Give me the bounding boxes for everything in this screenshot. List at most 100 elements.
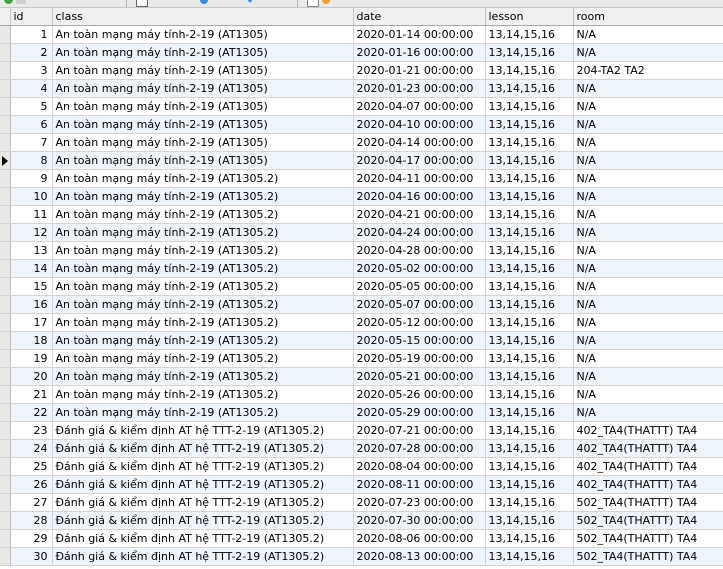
- row-selector[interactable]: [0, 97, 11, 116]
- sort-icon[interactable]: [245, 0, 255, 3]
- cell-lesson[interactable]: 13,14,15,16: [485, 313, 574, 332]
- cell-room[interactable]: N/A: [573, 403, 723, 422]
- cell-date[interactable]: 2020-05-19 00:00:00: [353, 349, 486, 368]
- row-selector[interactable]: [0, 259, 11, 278]
- cell-lesson[interactable]: 13,14,15,16: [485, 187, 574, 206]
- cell-class[interactable]: An toàn mạng máy tính-2-19 (AT1305.2): [52, 169, 354, 188]
- cell-class[interactable]: An toàn mạng máy tính-2-19 (AT1305): [52, 133, 354, 152]
- cell-class[interactable]: An toàn mạng máy tính-2-19 (AT1305): [52, 61, 354, 80]
- cell-room[interactable]: N/A: [573, 133, 723, 152]
- column-header-id[interactable]: id: [10, 8, 53, 26]
- cell-id[interactable]: 12: [10, 223, 53, 242]
- cell-lesson[interactable]: 13,14,15,16: [485, 151, 574, 170]
- cell-class[interactable]: Đánh giá & kiểm định AT hệ TTT-2-19 (AT1…: [52, 421, 354, 440]
- cell-id[interactable]: 25: [10, 457, 53, 476]
- cell-id[interactable]: 18: [10, 331, 53, 350]
- table-row[interactable]: 24 Đánh giá & kiểm định AT hệ TTT-2-19 (A…: [0, 439, 723, 458]
- table-row[interactable]: 23 Đánh giá & kiểm định AT hệ TTT-2-19 (A…: [0, 421, 723, 440]
- cell-class[interactable]: An toàn mạng máy tính-2-19 (AT1305.2): [52, 403, 354, 422]
- cell-room[interactable]: N/A: [573, 79, 723, 98]
- cell-class[interactable]: Đánh giá & kiểm định AT hệ TTT-2-19 (AT1…: [52, 511, 354, 530]
- cell-id[interactable]: 11: [10, 205, 53, 224]
- cell-lesson[interactable]: 13,14,15,16: [485, 367, 574, 386]
- cell-lesson[interactable]: 13,14,15,16: [485, 349, 574, 368]
- cell-class[interactable]: An toàn mạng máy tính-2-19 (AT1305.2): [52, 187, 354, 206]
- table-row[interactable]: 19 An toàn mạng máy tính-2-19 (AT1305.2) 2…: [0, 349, 723, 368]
- row-selector[interactable]: [0, 367, 11, 386]
- cell-lesson[interactable]: 13,14,15,16: [485, 511, 574, 530]
- cell-date[interactable]: 2020-05-05 00:00:00: [353, 277, 486, 296]
- cell-date[interactable]: 2020-01-21 00:00:00: [353, 61, 486, 80]
- cell-room[interactable]: N/A: [573, 223, 723, 242]
- cell-room[interactable]: N/A: [573, 241, 723, 260]
- cell-room[interactable]: 502_TA4(THATTT) TA4: [573, 511, 723, 530]
- table-row[interactable]: 29 Đánh giá & kiểm định AT hệ TTT-2-19 (A…: [0, 529, 723, 548]
- column-header-room[interactable]: room: [573, 8, 723, 26]
- cell-lesson[interactable]: 13,14,15,16: [485, 25, 574, 44]
- cell-lesson[interactable]: 13,14,15,16: [485, 439, 574, 458]
- table-row[interactable]: 21 An toàn mạng máy tính-2-19 (AT1305.2) 2…: [0, 385, 723, 404]
- cell-room[interactable]: N/A: [573, 295, 723, 314]
- table-row[interactable]: 11 An toàn mạng máy tính-2-19 (AT1305.2) 2…: [0, 205, 723, 224]
- row-selector[interactable]: [0, 457, 11, 476]
- row-selector[interactable]: [0, 205, 11, 224]
- cell-id[interactable]: 10: [10, 187, 53, 206]
- table-row[interactable]: 13 An toàn mạng máy tính-2-19 (AT1305.2) 2…: [0, 241, 723, 260]
- cell-date[interactable]: 2020-04-24 00:00:00: [353, 223, 486, 242]
- table-row[interactable]: 6 An toàn mạng máy tính-2-19 (AT1305) 2020…: [0, 115, 723, 134]
- cell-date[interactable]: 2020-05-02 00:00:00: [353, 259, 486, 278]
- column-header-lesson[interactable]: lesson: [485, 8, 574, 26]
- import-icon[interactable]: [307, 0, 319, 7]
- cell-id[interactable]: 16: [10, 295, 53, 314]
- row-selector[interactable]: [0, 25, 11, 44]
- cell-class[interactable]: An toàn mạng máy tính-2-19 (AT1305.2): [52, 313, 354, 332]
- cell-lesson[interactable]: 13,14,15,16: [485, 547, 574, 566]
- cell-date[interactable]: 2020-05-15 00:00:00: [353, 331, 486, 350]
- cell-lesson[interactable]: 13,14,15,16: [485, 115, 574, 134]
- cell-date[interactable]: 2020-05-26 00:00:00: [353, 385, 486, 404]
- stop-icon[interactable]: [16, 0, 26, 4]
- row-selector[interactable]: [0, 493, 11, 512]
- table-row[interactable]: 10 An toàn mạng máy tính-2-19 (AT1305.2) 2…: [0, 187, 723, 206]
- cell-date[interactable]: 2020-07-21 00:00:00: [353, 421, 486, 440]
- row-selector-header[interactable]: [0, 8, 11, 26]
- table-row[interactable]: 28 Đánh giá & kiểm định AT hệ TTT-2-19 (A…: [0, 511, 723, 530]
- cell-date[interactable]: 2020-08-04 00:00:00: [353, 457, 486, 476]
- cell-id[interactable]: 2: [10, 43, 53, 62]
- cell-class[interactable]: Đánh giá & kiểm định AT hệ TTT-2-19 (AT1…: [52, 457, 354, 476]
- cell-room[interactable]: N/A: [573, 277, 723, 296]
- cell-lesson[interactable]: 13,14,15,16: [485, 385, 574, 404]
- cell-room[interactable]: 402_TA4(THATTT) TA4: [573, 421, 723, 440]
- row-selector[interactable]: [0, 331, 11, 350]
- cell-class[interactable]: An toàn mạng máy tính-2-19 (AT1305): [52, 43, 354, 62]
- cell-lesson[interactable]: 13,14,15,16: [485, 223, 574, 242]
- table-row[interactable]: 9 An toàn mạng máy tính-2-19 (AT1305.2) 20…: [0, 169, 723, 188]
- cell-id[interactable]: 9: [10, 169, 53, 188]
- cell-lesson[interactable]: 13,14,15,16: [485, 61, 574, 80]
- cell-class[interactable]: An toàn mạng máy tính-2-19 (AT1305.2): [52, 205, 354, 224]
- cell-room[interactable]: 402_TA4(THATTT) TA4: [573, 439, 723, 458]
- cell-room[interactable]: 204-TA2 TA2: [573, 61, 723, 80]
- cell-room[interactable]: 502_TA4(THATTT) TA4: [573, 529, 723, 548]
- cell-class[interactable]: An toàn mạng máy tính-2-19 (AT1305): [52, 97, 354, 116]
- row-selector[interactable]: [0, 529, 11, 548]
- cell-date[interactable]: 2020-08-11 00:00:00: [353, 475, 486, 494]
- cell-id[interactable]: 15: [10, 277, 53, 296]
- cell-date[interactable]: 2020-04-28 00:00:00: [353, 241, 486, 260]
- cell-date[interactable]: 2020-07-30 00:00:00: [353, 511, 486, 530]
- cell-id[interactable]: 30: [10, 547, 53, 566]
- cell-class[interactable]: An toàn mạng máy tính-2-19 (AT1305): [52, 151, 354, 170]
- cell-lesson[interactable]: 13,14,15,16: [485, 133, 574, 152]
- row-selector[interactable]: [0, 79, 11, 98]
- cell-room[interactable]: 402_TA4(THATTT) TA4: [573, 475, 723, 494]
- export-icon[interactable]: [322, 0, 330, 4]
- cell-class[interactable]: Đánh giá & kiểm định AT hệ TTT-2-19 (AT1…: [52, 439, 354, 458]
- table-row[interactable]: 2 An toàn mạng máy tính-2-19 (AT1305) 2020…: [0, 43, 723, 62]
- cell-id[interactable]: 5: [10, 97, 53, 116]
- cell-id[interactable]: 28: [10, 511, 53, 530]
- table-row[interactable]: 3 An toàn mạng máy tính-2-19 (AT1305) 2020…: [0, 61, 723, 80]
- cell-id[interactable]: 4: [10, 79, 53, 98]
- form-view-icon[interactable]: [136, 0, 148, 7]
- cell-lesson[interactable]: 13,14,15,16: [485, 403, 574, 422]
- cell-date[interactable]: 2020-01-23 00:00:00: [353, 79, 486, 98]
